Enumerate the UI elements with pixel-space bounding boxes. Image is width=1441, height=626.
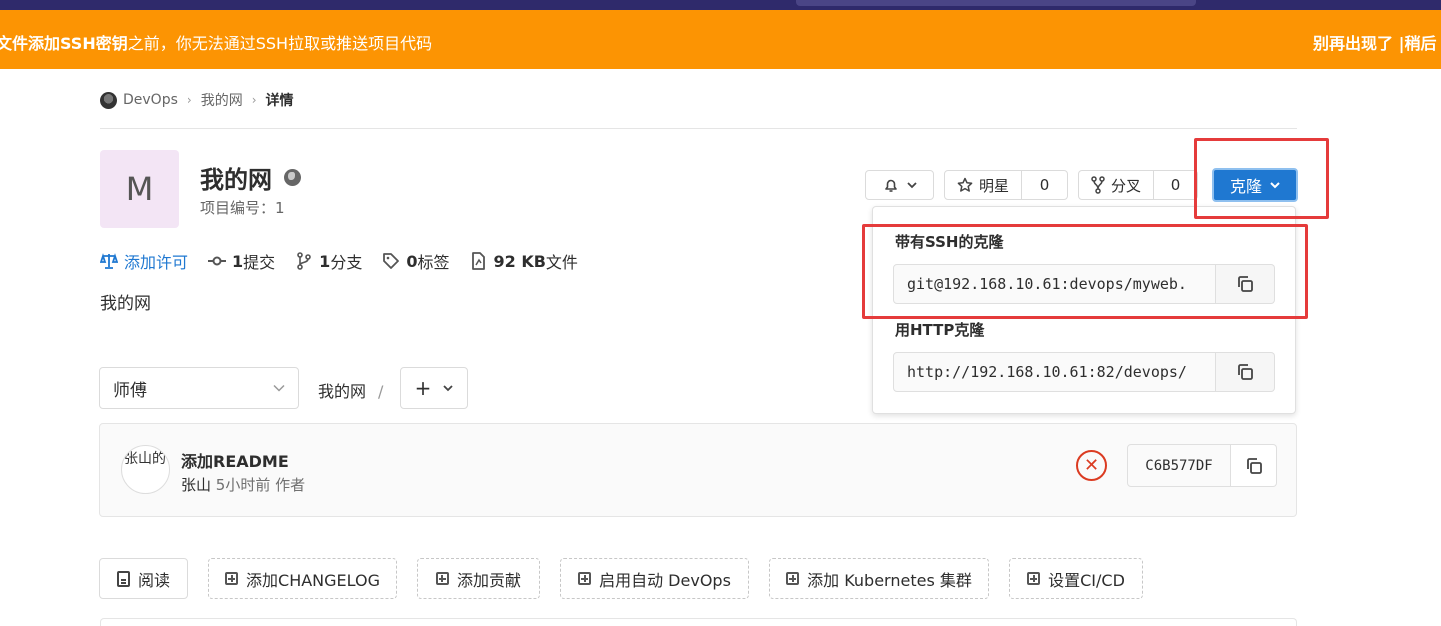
readme-button[interactable]: 阅读 [99, 558, 188, 599]
remind-later-link[interactable]: 稍后 [1404, 34, 1436, 53]
chevron-down-icon [443, 384, 454, 392]
copy-sha-button[interactable] [1231, 444, 1277, 487]
globe-icon [284, 169, 301, 186]
project-stats: 添加许可 1 提交 1 分支 0 标签 92 KB 文件 [100, 249, 598, 273]
files-link[interactable]: 92 KB 文件 [469, 249, 578, 273]
notification-button[interactable] [865, 170, 934, 200]
commits-link[interactable]: 1 提交 [208, 249, 275, 273]
chevron-right-icon: › [251, 93, 257, 107]
star-icon [957, 177, 973, 193]
add-changelog-button[interactable]: 添加CHANGELOG [208, 558, 397, 599]
repo-path: 我的网 / [318, 382, 384, 401]
plus-square-icon [1027, 572, 1041, 585]
banner-message: 文件添加SSH密钥之前，你无法通过SSH拉取或推送项目代码 [0, 34, 433, 53]
chevron-down-icon [273, 384, 285, 392]
scale-icon [100, 252, 118, 270]
commit-time: 5小时前 [215, 476, 271, 494]
document-icon [116, 570, 130, 587]
copy-icon [1236, 363, 1254, 381]
project-avatar: M [100, 150, 179, 228]
project-id: 项目编号：1 [200, 199, 285, 217]
tags-link[interactable]: 0 标签 [382, 249, 449, 273]
fork-button[interactable]: 分叉 0 [1078, 170, 1198, 200]
ssh-key-banner: 文件添加SSH密钥之前，你无法通过SSH拉取或推送项目代码 别再出现了 |稍后 [0, 10, 1441, 69]
group-avatar [100, 91, 117, 109]
file-icon [469, 252, 487, 270]
copy-icon [1245, 457, 1263, 475]
plus-square-icon [578, 572, 592, 585]
dismiss-link[interactable]: 别再出现了 [1313, 34, 1393, 53]
project-description: 我的网 [100, 294, 151, 314]
plus-square-icon [435, 572, 449, 585]
breadcrumb: DevOps › 我的网 › 详情 [100, 88, 294, 112]
star-button[interactable]: 明星 0 [944, 170, 1068, 200]
plus-square-icon [225, 572, 239, 585]
copy-http-url-button[interactable] [1216, 352, 1275, 392]
add-kubernetes-cluster-button[interactable]: 添加 Kubernetes 集群 [769, 558, 989, 599]
branch-dropdown[interactable]: 师傅 [99, 367, 299, 409]
path-root-link[interactable]: 我的网 [318, 382, 366, 401]
divider [100, 128, 1297, 129]
bell-icon [883, 177, 899, 193]
branches-link[interactable]: 1 分支 [295, 249, 362, 273]
avatar[interactable]: 张山的 [121, 445, 170, 494]
chevron-down-icon [906, 181, 917, 189]
pipeline-failed-icon[interactable]: ✕ [1076, 450, 1107, 481]
last-commit: 张山的 添加README 张山 5小时前 作者 ✕ C6B577DF [99, 423, 1297, 517]
commit-meta: 张山 5小时前 作者 [181, 474, 305, 495]
add-file-dropdown[interactable]: + [400, 367, 468, 409]
http-url-input[interactable]: http://192.168.10.61:82/devops/ [893, 352, 1216, 392]
fork-count[interactable]: 0 [1154, 176, 1197, 194]
fork-icon [1091, 176, 1105, 194]
search-bar[interactable] [796, 0, 1196, 6]
commit-role: 作者 [275, 476, 306, 494]
star-count[interactable]: 0 [1022, 176, 1067, 194]
commit-title[interactable]: 添加README [181, 448, 289, 472]
file-tree-container [100, 618, 1297, 626]
tag-icon [382, 252, 400, 270]
commit-sha[interactable]: C6B577DF [1127, 444, 1231, 487]
highlight-box [1194, 138, 1329, 219]
plus-icon: + [414, 376, 432, 400]
commit-author[interactable]: 张山 [181, 476, 211, 494]
breadcrumb-project[interactable]: 我的网 [201, 90, 243, 110]
top-navbar [0, 0, 1441, 10]
enable-auto-devops-button[interactable]: 启用自动 DevOps [560, 558, 749, 599]
plus-square-icon [786, 572, 800, 585]
breadcrumb-group[interactable]: DevOps [123, 92, 178, 108]
commit-icon [208, 252, 227, 270]
add-contributing-button[interactable]: 添加贡献 [417, 558, 540, 599]
banner-actions: 别再出现了 |稍后 [1313, 34, 1437, 53]
add-license-link[interactable]: 添加许可 [100, 249, 188, 273]
branch-icon [295, 252, 313, 270]
http-clone-label: 用HTTP克隆 [895, 321, 985, 339]
setup-ci-cd-button[interactable]: 设置CI/CD [1009, 558, 1143, 599]
breadcrumb-current[interactable]: 详情 [266, 90, 294, 110]
chevron-right-icon: › [186, 93, 192, 107]
highlight-box [862, 224, 1308, 319]
project-title: 我的网 [200, 160, 301, 195]
